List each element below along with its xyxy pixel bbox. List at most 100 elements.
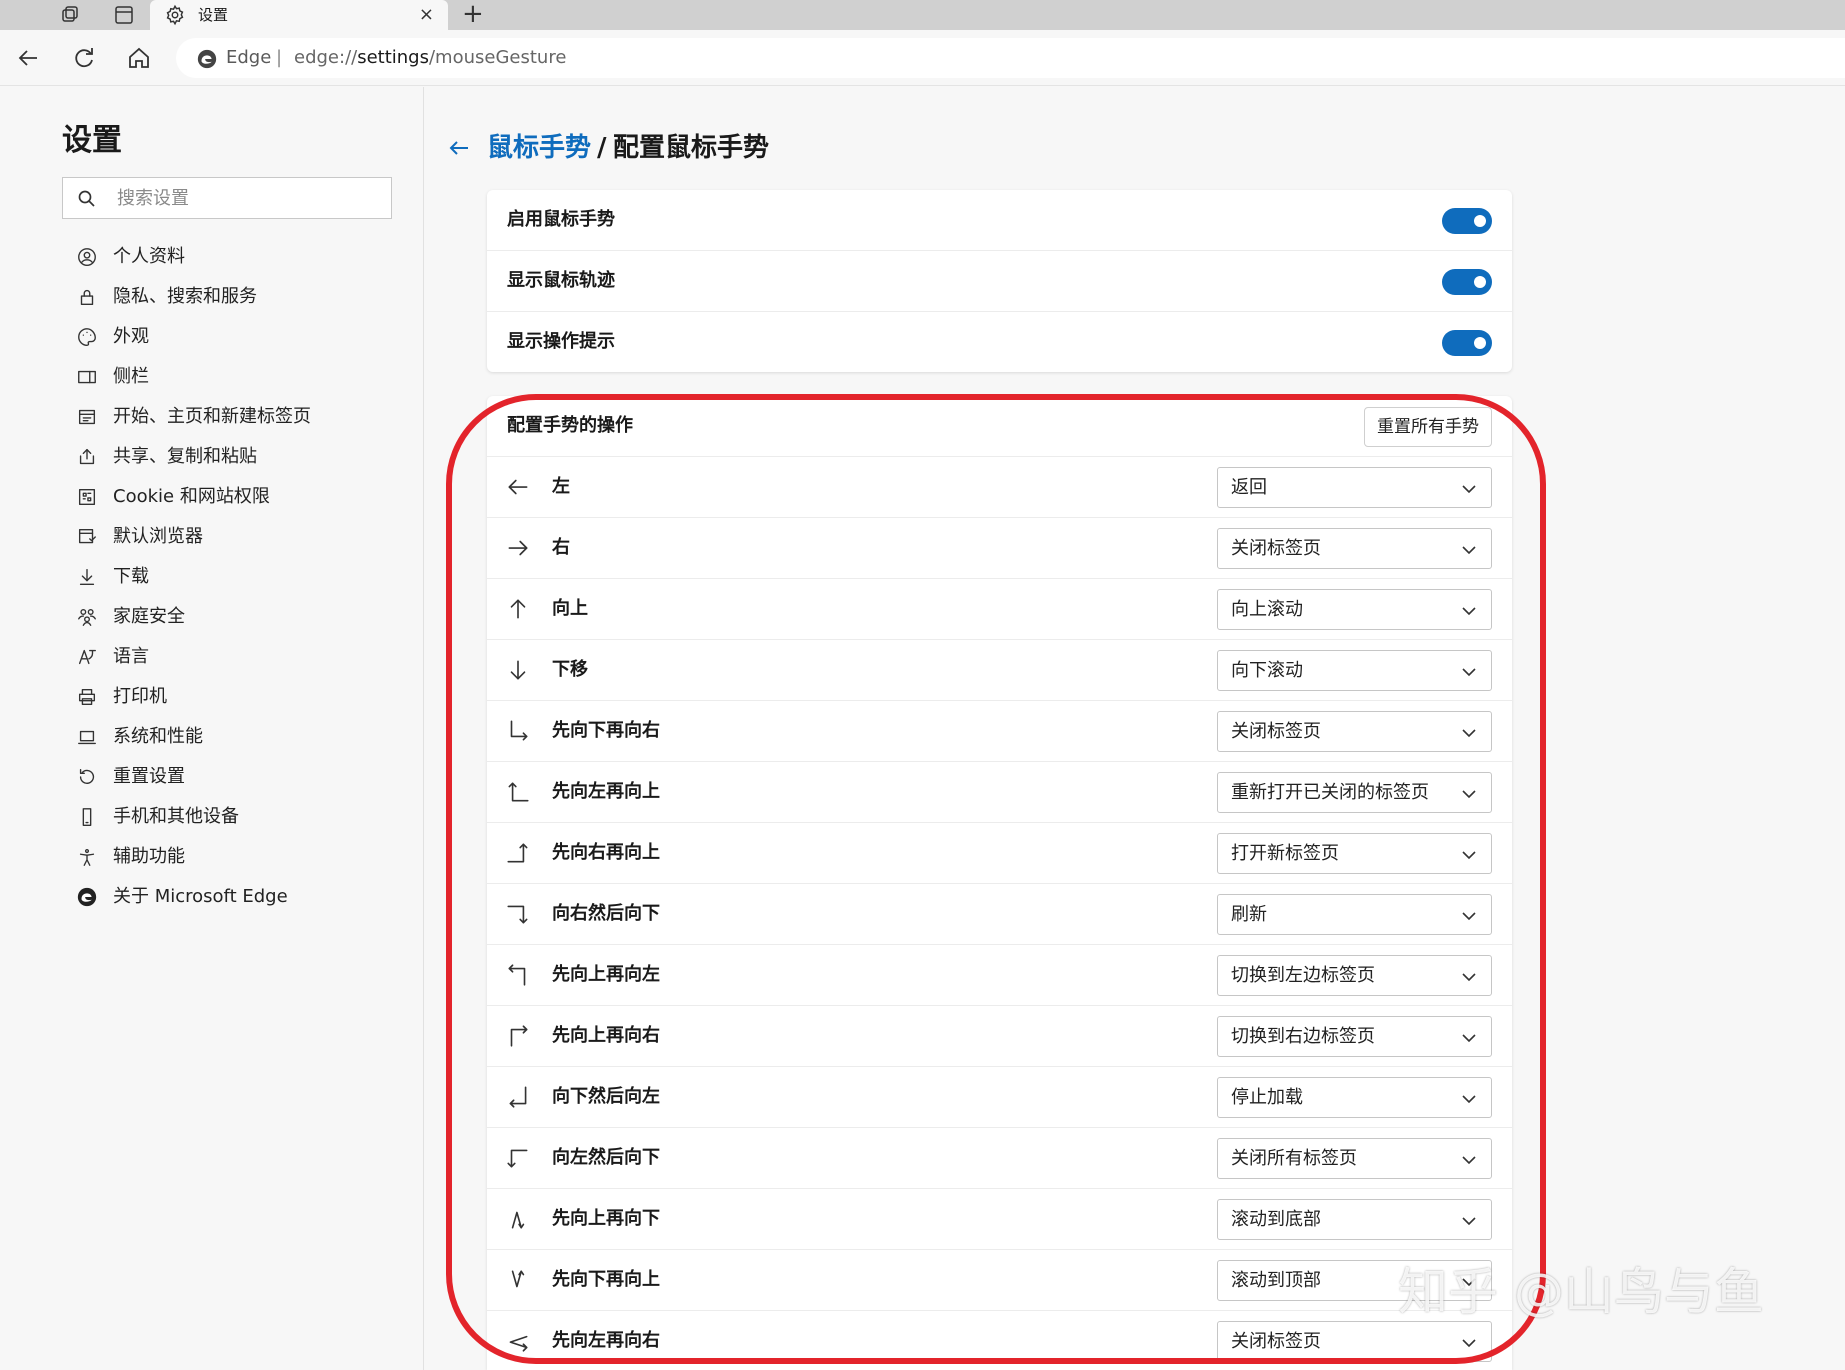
chevron-down-icon [1461,1335,1477,1351]
sidebar-item-edge-logo[interactable]: 关于 Microsoft Edge [62,877,402,917]
gesture-label: 先向左再向右 [552,1330,660,1351]
toggle-row: 显示鼠标轨迹 [487,251,1512,312]
left-then-down-icon [505,1145,531,1171]
gesture-action-select[interactable]: 关闭标签页 [1217,711,1492,752]
default-browser-icon [76,526,98,548]
gesture-action-select[interactable]: 刷新 [1217,894,1492,935]
gesture-row: 向下然后向左 停止加载 [487,1067,1512,1128]
toggle-row: 启用鼠标手势 [487,190,1512,251]
sidebar-item-label: 个人资料 [113,246,185,267]
sidebar-item-phone[interactable]: 手机和其他设备 [62,797,402,837]
sidebar-item-reset[interactable]: 重置设置 [62,757,402,797]
sidebar-item-home-tab[interactable]: 开始、主页和新建标签页 [62,397,402,437]
gesture-label: 下移 [552,659,588,680]
tab-actions-icon[interactable] [112,3,136,27]
gesture-action-value: 关闭所有标签页 [1231,1148,1357,1169]
gestures-header: 配置手势的操作 重置所有手势 [487,396,1512,457]
sidebar-item-default-browser[interactable]: 默认浏览器 [62,517,402,557]
gesture-action-select[interactable]: 重新打开已关闭的标签页 [1217,772,1492,813]
sidebar-item-accessibility[interactable]: 辅助功能 [62,837,402,877]
gesture-label: 先向上再向左 [552,964,660,985]
gesture-action-select[interactable]: 关闭所有标签页 [1217,1138,1492,1179]
back-button[interactable] [15,44,43,72]
refresh-button[interactable] [70,44,98,72]
sidebar-item-label: 打印机 [113,686,167,707]
url-field[interactable]: Edge | edge://settings/mouseGesture [176,38,1845,78]
gesture-label: 向左然后向下 [552,1147,660,1168]
gesture-action-select[interactable]: 返回 [1217,467,1492,508]
toggle-switch[interactable] [1442,208,1492,234]
close-tab-icon[interactable]: × [419,3,434,27]
sidebar-item-lock[interactable]: 隐私、搜索和服务 [62,277,402,317]
gesture-action-select[interactable]: 停止加载 [1217,1077,1492,1118]
gesture-action-select[interactable]: 切换到右边标签页 [1217,1016,1492,1057]
tab-settings[interactable]: 设置 × [150,0,448,30]
search-box[interactable] [62,177,392,219]
sidebar-item-language[interactable]: 语言 [62,637,402,677]
new-tab-button[interactable]: + [462,1,484,27]
gesture-label: 向上 [552,598,588,619]
gesture-action-value: 切换到左边标签页 [1231,965,1375,986]
workspaces-icon[interactable] [58,3,82,27]
gesture-action-value: 重新打开已关闭的标签页 [1231,782,1429,803]
sidebar-item-laptop[interactable]: 系统和性能 [62,717,402,757]
gesture-action-value: 关闭标签页 [1231,538,1321,559]
sidebar-item-download[interactable]: 下载 [62,557,402,597]
gesture-action-select[interactable]: 向下滚动 [1217,650,1492,691]
sidebar-item-profile[interactable]: 个人资料 [62,237,402,277]
gesture-row: 右 关闭标签页 [487,518,1512,579]
gesture-action-select[interactable]: 关闭标签页 [1217,528,1492,569]
sidebar-item-printer[interactable]: 打印机 [62,677,402,717]
toggle-row: 显示操作提示 [487,312,1512,373]
gesture-label: 先向上再向下 [552,1208,660,1229]
gesture-action-select[interactable]: 切换到左边标签页 [1217,955,1492,996]
gesture-action-select[interactable]: 滚动到底部 [1217,1199,1492,1240]
watermark: 知乎 @山鸟与鱼 [1398,1263,1764,1321]
gesture-label: 向下然后向左 [552,1086,660,1107]
search-icon [77,189,97,209]
toggle-knob [1474,276,1486,288]
gesture-action-value: 切换到右边标签页 [1231,1026,1375,1047]
address-bar-row: Edge | edge://settings/mouseGesture [0,30,1845,86]
gesture-row: 先向左再向上 重新打开已关闭的标签页 [487,762,1512,823]
sidebar-item-label: 默认浏览器 [113,526,203,547]
cookie-icon [76,486,98,508]
reset-icon [76,766,98,788]
toggle-switch[interactable] [1442,269,1492,295]
gesture-action-select[interactable]: 打开新标签页 [1217,833,1492,874]
right-then-down-icon [505,901,531,927]
gesture-row: 先向下再向上 滚动到顶部 [487,1250,1512,1311]
gesture-row: 左 返回 [487,457,1512,518]
reset-all-gestures-button[interactable]: 重置所有手势 [1364,407,1492,447]
breadcrumb-parent-link[interactable]: 鼠标手势 [487,132,591,164]
sidebar-item-share[interactable]: 共享、复制和粘贴 [62,437,402,477]
url-text: edge://settings/mouseGesture [294,47,567,68]
tab-strip: 设置 × + [0,0,1845,30]
search-input[interactable] [117,184,377,212]
home-button[interactable] [125,44,153,72]
sidebar-item-label: 手机和其他设备 [113,806,239,827]
printer-icon [76,686,98,708]
gesture-action-select[interactable]: 关闭标签页 [1217,1321,1492,1362]
sidebar-item-palette[interactable]: 外观 [62,317,402,357]
sidebar-item-family[interactable]: 家庭安全 [62,597,402,637]
sidebar-item-cookie[interactable]: Cookie 和网站权限 [62,477,402,517]
edge-logo-icon [76,886,98,908]
gesture-label: 先向右再向上 [552,842,660,863]
gesture-label: 先向下再向右 [552,720,660,741]
sidebar-item-label: 下载 [113,566,149,587]
gestures-card: 配置手势的操作 重置所有手势 左返回右关闭标签页向上 向上滚动下移 向下滚动先向下再… [487,396,1512,1370]
up-then-down-icon [505,1206,531,1232]
back-arrow-icon[interactable] [445,134,473,162]
toggle-knob [1474,337,1486,349]
sidebar-item-sidebar[interactable]: 侧栏 [62,357,402,397]
down-then-left-icon [505,1084,531,1110]
site-brand: Edge [226,47,272,68]
gesture-row: 先向上再向左 切换到左边标签页 [487,945,1512,1006]
gesture-action-select[interactable]: 向上滚动 [1217,589,1492,630]
toggle-switch[interactable] [1442,330,1492,356]
chevron-down-icon [1461,1213,1477,1229]
share-icon [76,446,98,468]
gesture-row: 向左然后向下 关闭所有标签页 [487,1128,1512,1189]
sidebar-icon [76,366,98,388]
